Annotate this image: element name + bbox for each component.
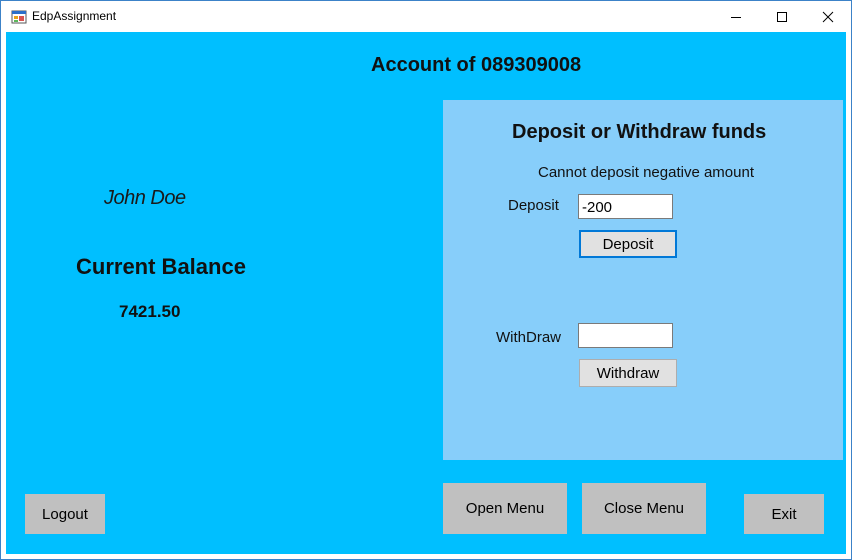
deposit-button[interactable]: Deposit <box>579 230 677 258</box>
title-bar[interactable]: EdpAssignment <box>1 1 851 32</box>
open-menu-button[interactable]: Open Menu <box>443 483 567 534</box>
validation-message: Cannot deposit negative amount <box>538 164 754 181</box>
withdraw-input[interactable] <box>578 323 673 348</box>
winforms-app-icon <box>11 10 27 24</box>
funds-panel: Deposit or Withdraw funds Cannot deposit… <box>443 100 843 460</box>
withdraw-button[interactable]: Withdraw <box>579 359 677 387</box>
customer-name: John Doe <box>104 187 186 209</box>
minimize-button[interactable] <box>713 1 759 32</box>
form-client-area: Account of 089309008 John Doe Current Ba… <box>6 32 846 554</box>
deposit-input[interactable]: -200 <box>578 194 673 219</box>
close-menu-button[interactable]: Close Menu <box>582 483 706 534</box>
funds-panel-title: Deposit or Withdraw funds <box>512 121 767 143</box>
withdraw-label: WithDraw <box>496 329 562 346</box>
minimize-icon <box>731 16 741 18</box>
logout-button[interactable]: Logout <box>25 494 105 534</box>
maximize-icon <box>777 11 787 22</box>
exit-button[interactable]: Exit <box>744 494 824 534</box>
close-icon <box>822 11 834 22</box>
close-window-button[interactable] <box>805 1 851 32</box>
balance-value: 7421.50 <box>119 302 181 321</box>
window-title: EdpAssignment <box>32 9 117 23</box>
balance-heading: Current Balance <box>76 254 246 279</box>
maximize-button[interactable] <box>759 1 805 32</box>
account-title: Account of 089309008 <box>371 54 582 76</box>
app-window: EdpAssignment Account of 089309008 John … <box>0 0 852 560</box>
deposit-label: Deposit <box>508 197 559 214</box>
